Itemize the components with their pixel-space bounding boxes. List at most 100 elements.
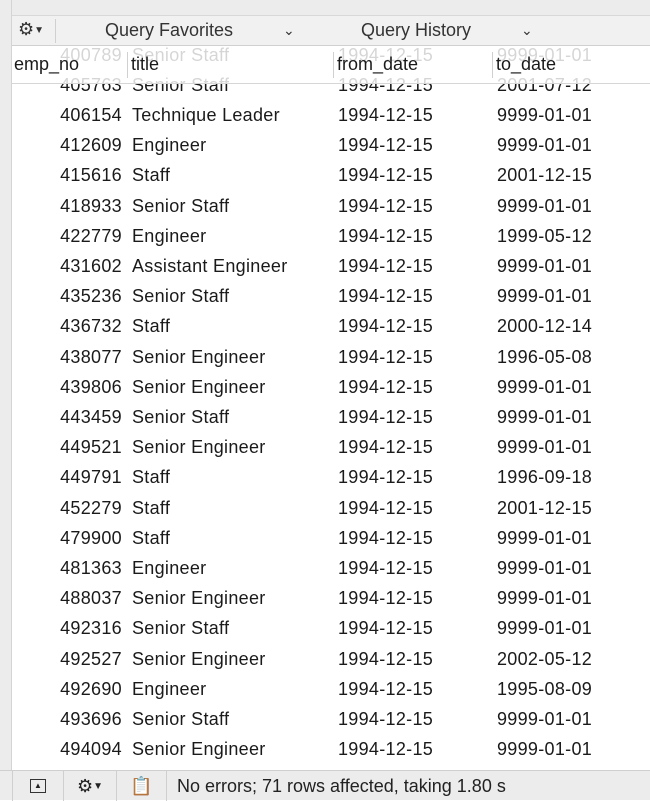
column-header-title[interactable]: title	[131, 54, 159, 75]
table-row[interactable]: 452279 Staff 1994-12-15 2001-12-15	[12, 493, 650, 523]
results-table-body[interactable]: 400789Senior Staff1994-12-159999-01-0140…	[12, 0, 650, 770]
query-log-button[interactable]: 📋	[117, 771, 167, 801]
from-date-cell: 1994-12-15	[338, 225, 434, 246]
column-divider[interactable]	[333, 52, 334, 78]
emp-no-cell: 431602	[60, 256, 122, 276]
dropdown-arrow-icon: ▼	[34, 24, 45, 36]
table-row[interactable]: 436732 Staff 1994-12-15 2000-12-14	[12, 311, 650, 341]
table-row[interactable]: 406154 Technique Leader 1994-12-15 9999-01-…	[12, 100, 650, 130]
to-date-cell: 9999-01-01	[497, 407, 593, 427]
table-row[interactable]: 493696 Senior Staff 1994-12-15 9999-01-01	[12, 704, 650, 734]
gear-icon: ⚙	[76, 775, 94, 796]
from-date-cell: 1994-12-15	[338, 588, 434, 609]
table-row[interactable]: 415616 Staff 1994-12-15 2001-12-15	[12, 160, 650, 190]
column-header-emp-no[interactable]: emp_no	[14, 54, 79, 75]
query-history-button[interactable]: Query History ⌄	[361, 20, 533, 41]
status-gear-button[interactable]: ⚙ ▼	[64, 771, 117, 801]
title-cell: Engineer	[132, 135, 207, 156]
table-row[interactable]: 494094 Senior Engineer 1994-12-15 9999-01-0…	[12, 734, 650, 764]
table-row[interactable]: 492527 Senior Engineer 1994-12-15 2002-05-1…	[12, 644, 650, 674]
table-row[interactable]: 412609 Engineer 1994-12-15 9999-01-01	[12, 130, 650, 160]
to-date-cell: 2002-05-12	[497, 648, 593, 669]
emp-no-cell: 438077	[60, 346, 122, 367]
emp-no-cell: 481363	[60, 558, 122, 578]
to-date-cell: 9999-01-01	[497, 135, 593, 156]
to-date-cell: 9999-01-01	[497, 527, 593, 548]
panel-icon: ▲	[30, 779, 46, 793]
chevron-down-icon: ⌄	[521, 22, 533, 38]
title-cell: Senior Engineer	[132, 437, 266, 458]
to-date-cell: 9999-01-01	[497, 376, 593, 397]
emp-no-cell: 492690	[60, 678, 122, 699]
emp-no-cell: 479900	[60, 527, 122, 548]
table-row[interactable]: 435236 Senior Staff 1994-12-15 9999-01-01	[12, 281, 650, 311]
table-row[interactable]: 481363 Engineer 1994-12-15 9999-01-01	[12, 553, 650, 583]
to-date-cell: 9999-01-01	[497, 286, 593, 307]
table-row[interactable]: 439806 Senior Engineer 1994-12-15 9999-01-0…	[12, 372, 650, 402]
to-date-cell: 9999-01-01	[497, 558, 593, 578]
emp-no-cell: 418933	[60, 195, 122, 216]
title-cell: Assistant Engineer	[132, 256, 288, 276]
title-cell: Staff	[132, 497, 171, 518]
from-date-cell: 1994-12-15	[338, 346, 434, 367]
toggle-panel-button[interactable]: ▲	[12, 771, 64, 801]
title-cell: Senior Staff	[132, 618, 230, 639]
table-row[interactable]: 438077 Senior Engineer 1994-12-15 1996-05-0…	[12, 342, 650, 372]
table-row[interactable]: 443459 Senior Staff 1994-12-15 9999-01-01	[12, 402, 650, 432]
table-row[interactable]: 418933 Senior Staff 1994-12-15 9999-01-01	[12, 191, 650, 221]
from-date-cell: 1994-12-15	[338, 497, 434, 518]
emp-no-cell: 494094	[60, 739, 122, 760]
from-date-cell: 1994-12-15	[338, 195, 434, 216]
query-favorites-label: Query Favorites	[105, 20, 234, 40]
gear-menu-button[interactable]: ⚙▼	[18, 19, 56, 43]
title-cell: Senior Staff	[132, 709, 230, 729]
to-date-cell: 2000-12-14	[497, 316, 593, 337]
table-row[interactable]: 479900 Staff 1994-12-15 9999-01-01	[12, 523, 650, 553]
log-icon: 📋	[130, 775, 153, 796]
from-date-cell: 1994-12-15	[338, 256, 434, 276]
table-row[interactable]: 449521 Senior Engineer 1994-12-15 9999-01-0…	[12, 432, 650, 462]
table-row[interactable]: 492690 Engineer 1994-12-15 1995-08-09	[12, 674, 650, 704]
from-date-cell: 1994-12-15	[338, 316, 434, 337]
table-row[interactable]: 422779 Engineer 1994-12-15 1999-05-12	[12, 221, 650, 251]
column-header-to-date[interactable]: to_date	[496, 54, 556, 75]
title-cell: Engineer	[132, 678, 207, 699]
status-bar: ▲ ⚙ ▼ 📋 No errors; 71 rows affected, taki…	[0, 770, 650, 801]
table-row[interactable]: 449791 Staff 1994-12-15 1996-09-18	[12, 462, 650, 492]
title-cell: Technique Leader	[132, 105, 280, 125]
emp-no-cell: 492527	[60, 648, 122, 669]
column-divider[interactable]	[492, 52, 493, 78]
emp-no-cell: 422779	[60, 225, 122, 246]
query-favorites-button[interactable]: Query Favorites ⌄	[105, 20, 295, 41]
emp-no-cell: 493696	[60, 709, 122, 729]
emp-no-cell: 412609	[60, 135, 122, 156]
from-date-cell: 1994-12-15	[338, 135, 434, 156]
table-row[interactable]: 488037 Senior Engineer 1994-12-15 9999-01-0…	[12, 583, 650, 613]
from-date-cell: 1994-12-15	[338, 467, 434, 488]
gear-icon: ⚙	[18, 19, 35, 39]
title-cell: Staff	[132, 527, 171, 548]
emp-no-cell: 436732	[60, 316, 122, 337]
from-date-cell: 1994-12-15	[338, 648, 434, 669]
to-date-cell: 2001-12-15	[497, 497, 593, 518]
to-date-cell: 1996-09-18	[497, 467, 593, 488]
emp-no-cell: 415616	[60, 165, 122, 186]
from-date-cell: 1994-12-15	[338, 739, 434, 760]
title-cell: Senior Staff	[132, 195, 230, 216]
from-date-cell: 1994-12-15	[338, 709, 434, 729]
to-date-cell: 9999-01-01	[497, 105, 593, 125]
emp-no-cell: 492316	[60, 618, 122, 639]
title-cell: Senior Staff	[132, 286, 230, 307]
title-cell: Staff	[132, 165, 171, 186]
title-cell: Staff	[132, 316, 171, 337]
title-cell: Senior Engineer	[132, 739, 266, 760]
emp-no-cell: 452279	[60, 497, 122, 518]
title-cell: Engineer	[132, 225, 207, 246]
table-row[interactable]: 492316 Senior Staff 1994-12-15 9999-01-01	[12, 613, 650, 643]
to-date-cell: 9999-01-01	[497, 709, 593, 729]
column-header-from-date[interactable]: from_date	[337, 54, 418, 75]
column-divider[interactable]	[127, 52, 128, 78]
table-row[interactable]: 431602 Assistant Engineer 1994-12-15 9999-0…	[12, 251, 650, 281]
title-cell: Senior Engineer	[132, 588, 266, 609]
to-date-cell: 9999-01-01	[497, 739, 593, 760]
